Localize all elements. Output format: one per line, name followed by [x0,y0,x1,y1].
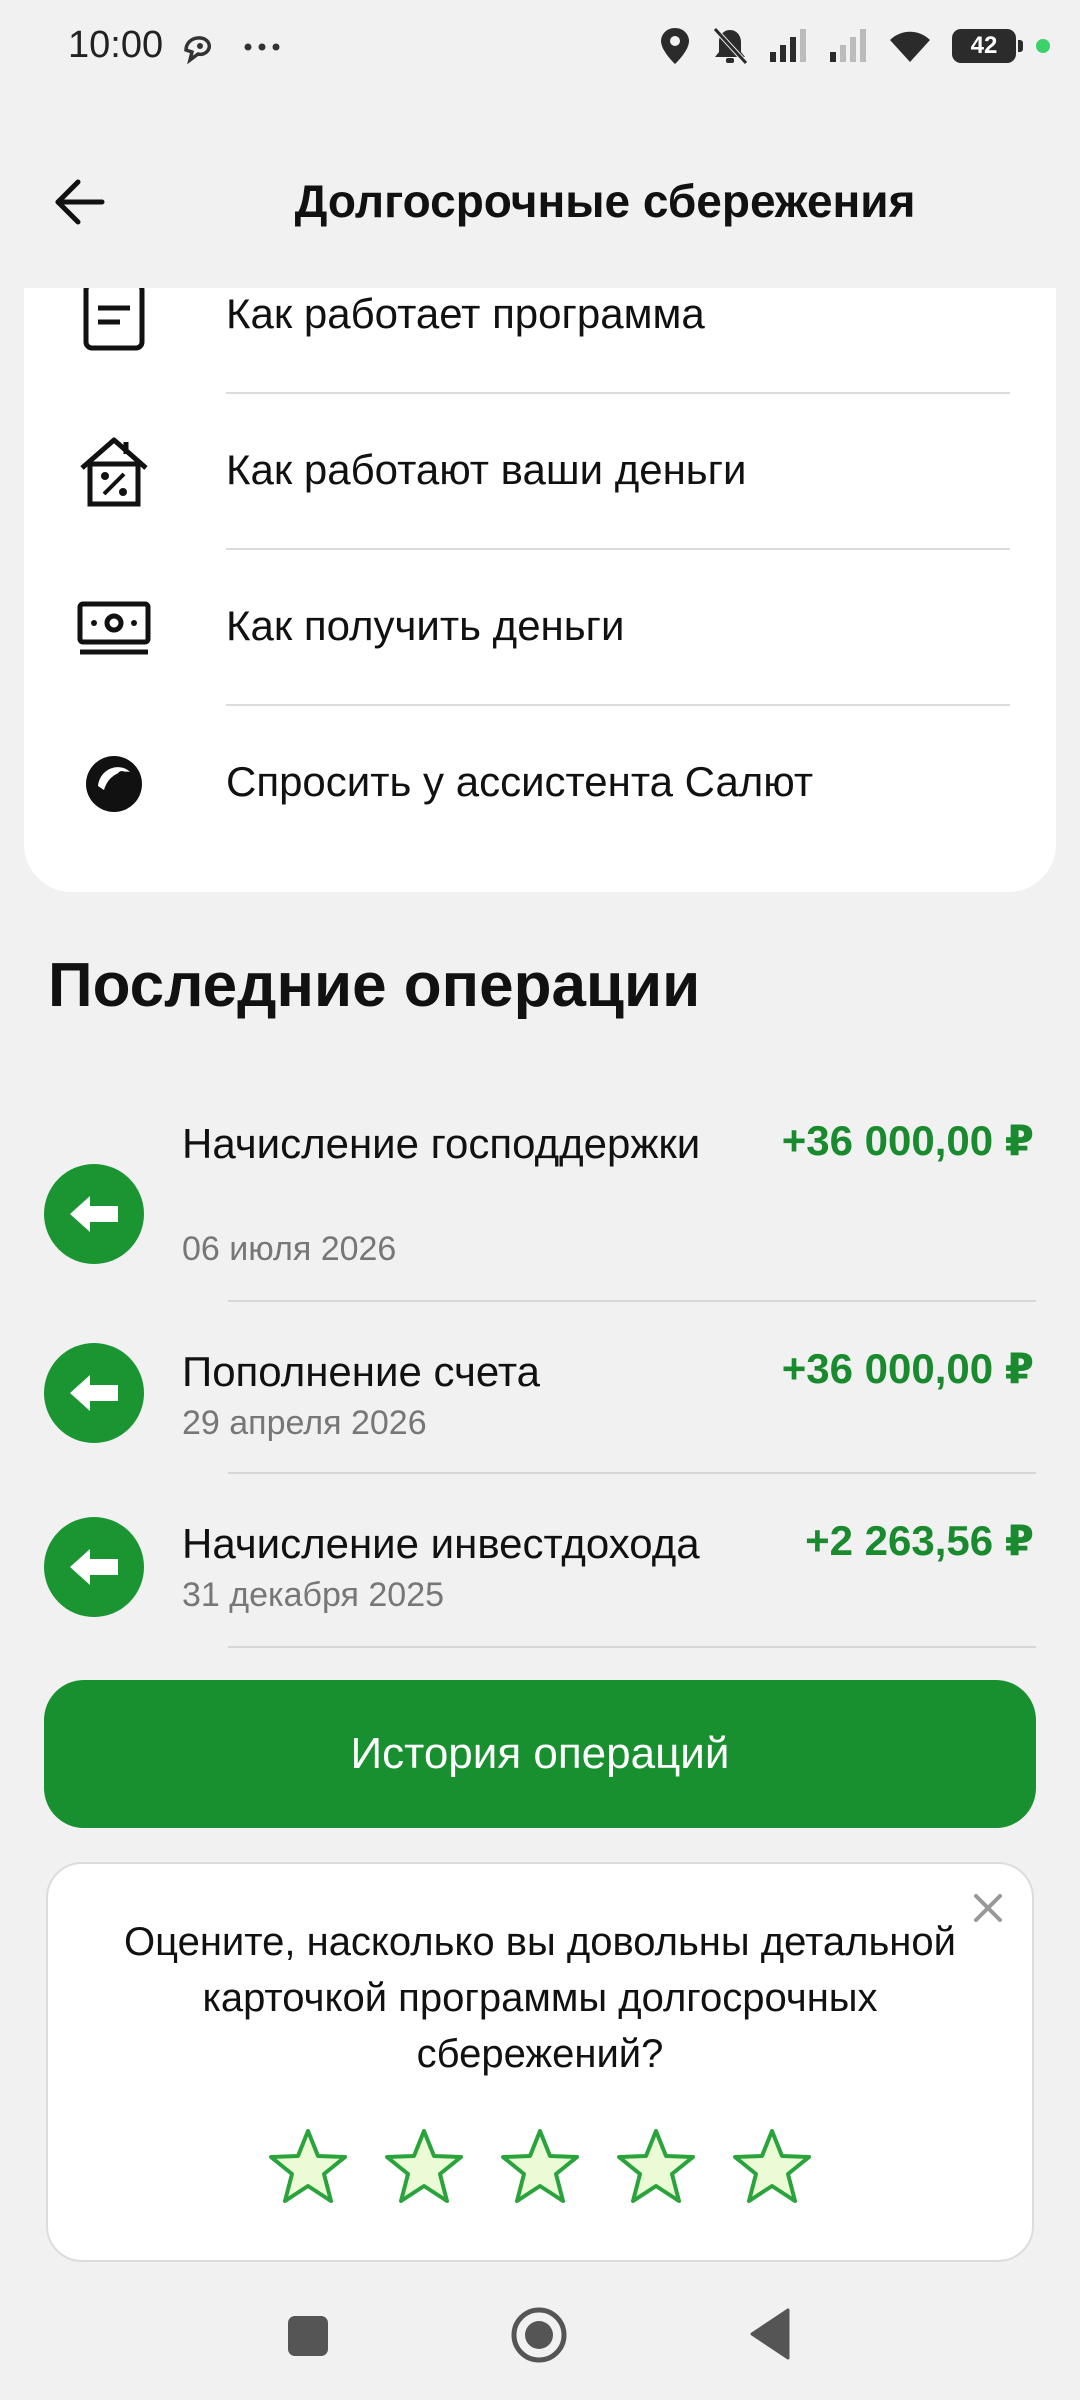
info-item-how-program-works[interactable]: Как работает программа [24,288,1056,394]
rating-card: Оцените, насколько вы довольны детальной… [46,1862,1034,2262]
info-item-label: Спросить у ассистента Салют [226,758,814,805]
rating-question: Оцените, насколько вы довольны детальной… [124,1920,956,2076]
bell-off-icon [713,27,748,65]
nav-back-icon[interactable] [748,2308,790,2360]
operation-amount: +2 263,56 ₽ [805,1517,1034,1564]
signal-icon [770,29,806,62]
info-item-how-to-get-money[interactable]: Как получить деньги [24,550,1056,706]
operation-date: 31 декабря 2025 [182,1576,445,1614]
divider [228,1646,1036,1648]
assistant-icon [184,36,211,64]
incoming-arrow-icon [44,1517,144,1617]
star-icon[interactable] [267,2126,349,2208]
info-item-how-money-works[interactable]: Как работают ваши деньги [24,394,1056,550]
close-icon[interactable] [968,1888,1008,1928]
operation-date: 06 июля 2026 [182,1230,397,1268]
operation-title: Начисление инвестдохода [182,1520,700,1567]
operation-title: Начисление господдержки [182,1120,701,1167]
history-button[interactable]: История операций [44,1680,1036,1828]
banknote-icon [77,601,151,655]
battery-icon: 42 [952,29,1023,63]
star-icon[interactable] [731,2126,813,2208]
status-right-icons: 42 [658,26,1050,66]
operation-date: 29 апреля 2026 [182,1404,427,1442]
salute-icon [86,756,142,812]
privacy-indicator-icon [1036,39,1050,53]
system-nav-bar [0,2290,1080,2400]
info-item-label: Как работает программа [226,290,705,337]
info-card: Как работает программа Как работают ваши… [24,288,1056,892]
document-icon [83,288,145,351]
home-icon[interactable] [510,2306,568,2364]
app-header: Долгосрочные сбережения [0,150,1080,250]
page-title: Долгосрочные сбережения [294,175,916,227]
star-icon[interactable] [499,2126,581,2208]
more-icon [244,43,280,51]
incoming-arrow-icon [44,1164,144,1264]
divider [228,1300,1036,1302]
star-icon[interactable] [615,2126,697,2208]
operation-title: Пополнение счета [182,1348,540,1395]
star-icon[interactable] [383,2126,465,2208]
house-percent-icon [80,437,148,507]
info-item-ask-assistant[interactable]: Спросить у ассистента Салют [24,706,1056,862]
divider [228,1472,1036,1474]
status-bar: 10:00 42 [0,0,1080,100]
recents-icon[interactable] [288,2316,328,2356]
location-icon [661,28,689,64]
rating-stars [48,2126,1032,2208]
operation-amount: +36 000,00 ₽ [781,1117,1034,1164]
info-item-label: Как получить деньги [226,602,625,649]
battery-level: 42 [970,32,998,59]
operation-amount: +36 000,00 ₽ [781,1345,1034,1392]
info-item-label: Как работают ваши деньги [226,446,747,493]
signal-icon-2 [830,29,866,62]
status-time: 10:00 [68,24,164,66]
status-left-icons [180,30,282,64]
incoming-arrow-icon [44,1343,144,1443]
wifi-icon [890,31,930,62]
section-title-operations: Последние операции [48,951,701,1020]
